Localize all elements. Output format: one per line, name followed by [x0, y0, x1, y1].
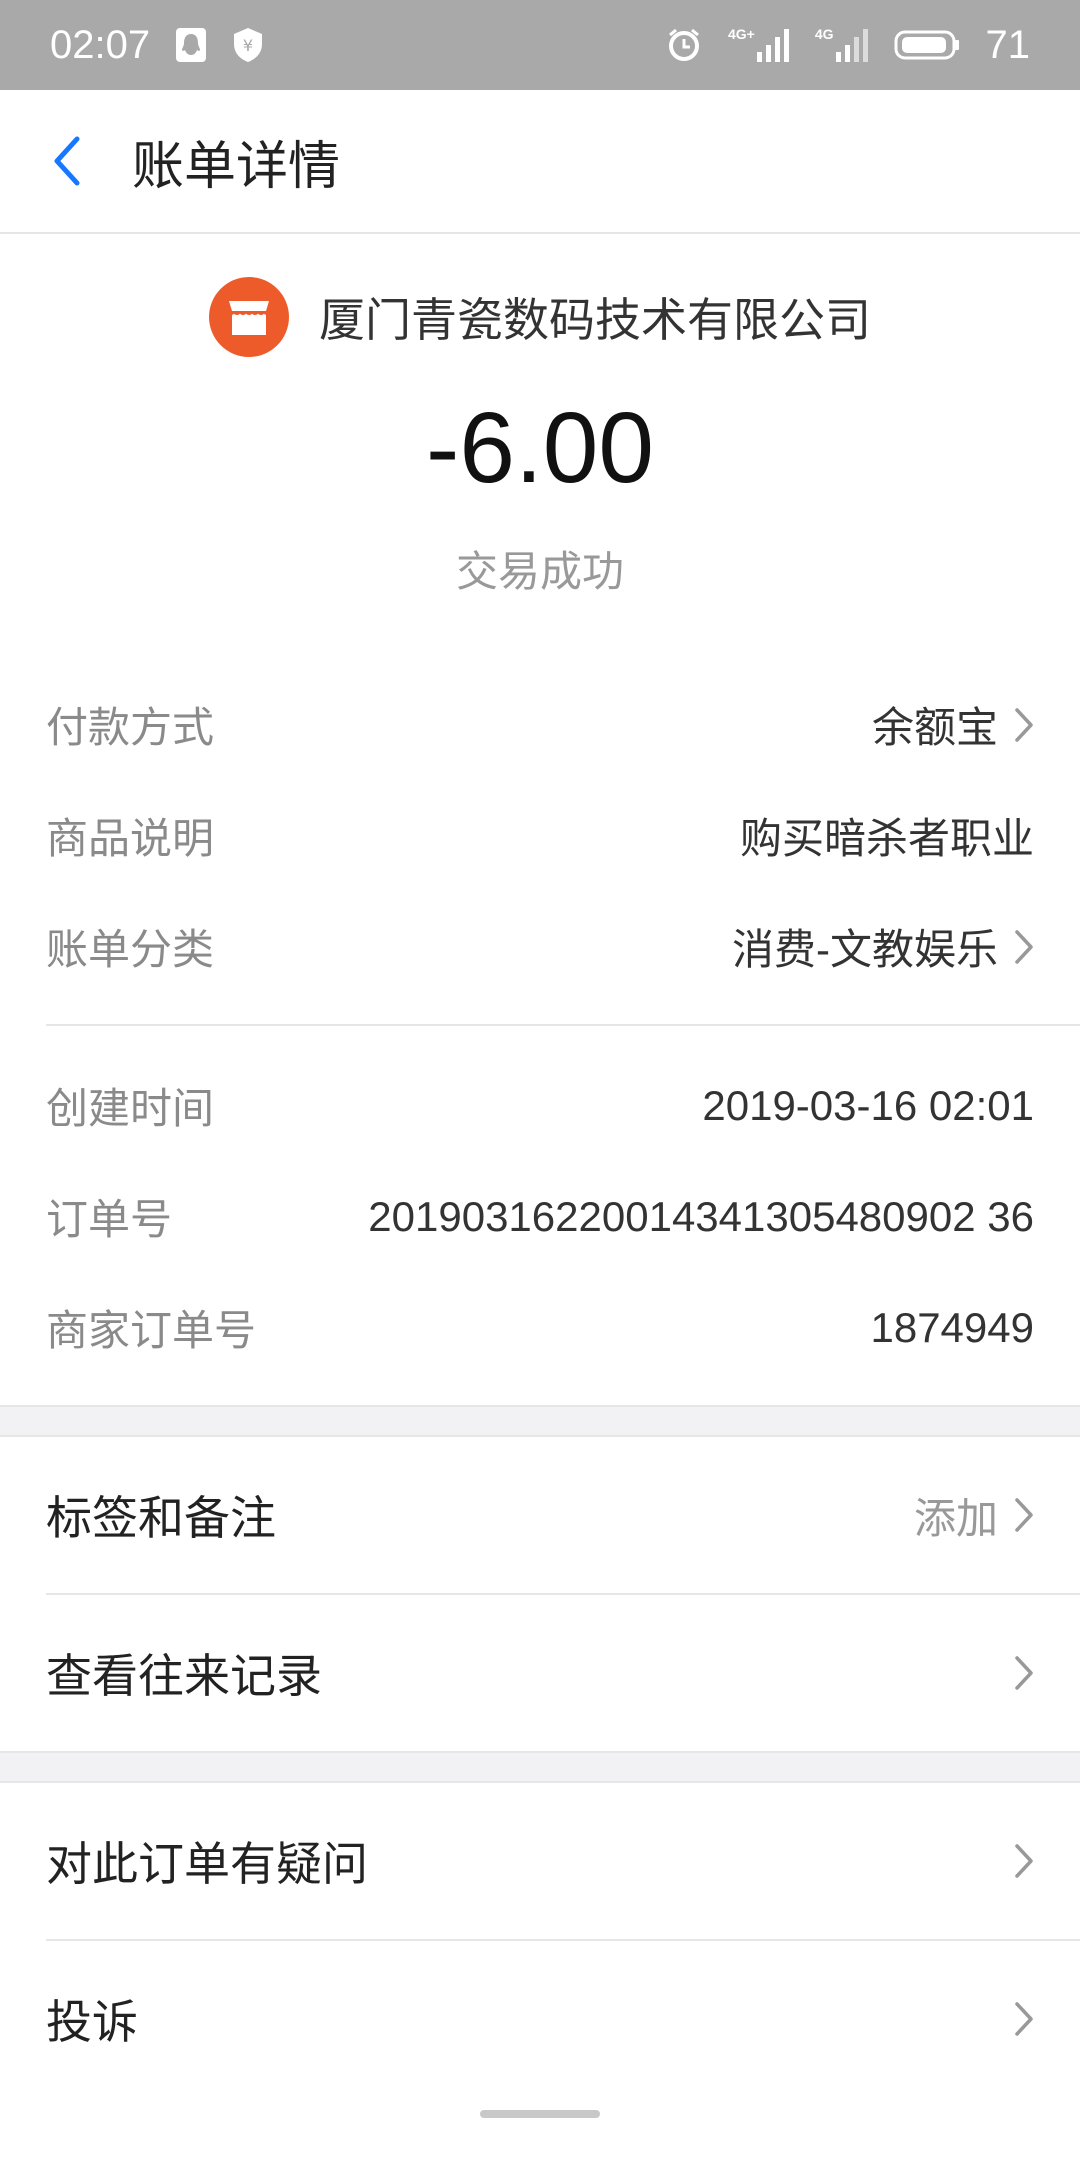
- detail-label: 商品说明: [46, 814, 215, 863]
- detail-value: 1874949: [870, 1303, 1034, 1351]
- svg-text:¥: ¥: [243, 36, 253, 55]
- home-indicator[interactable]: [480, 2110, 600, 2118]
- detail-label: 商家订单号: [46, 1306, 257, 1355]
- battery-icon: [894, 30, 960, 60]
- complaint-row[interactable]: 投诉: [0, 1941, 1080, 2097]
- row-label: 对此订单有疑问: [46, 1837, 368, 1891]
- clock: 02:07: [50, 22, 151, 67]
- detail-value: 消费-文教娱乐: [732, 926, 998, 973]
- merchant-header: 厦门青瓷数码技术有限公司: [0, 276, 1080, 358]
- network-type-label: 4G+: [727, 26, 755, 42]
- chevron-right-icon: [1014, 929, 1034, 965]
- transaction-status: 交易成功: [455, 547, 624, 596]
- chevron-right-icon: [1014, 707, 1034, 743]
- back-button[interactable]: [0, 89, 132, 233]
- chevron-right-icon: [1014, 1843, 1034, 1879]
- row-label: 查看往来记录: [46, 1649, 322, 1703]
- chevron-right-icon: [1014, 1497, 1034, 1533]
- shield-icon: ¥: [232, 27, 264, 63]
- divider: [46, 1024, 1080, 1026]
- detail-label: 创建时间: [46, 1084, 215, 1133]
- add-hint: 添加: [913, 1493, 998, 1543]
- details-section: 付款方式 余额宝 商品说明 购买暗杀者职业 账单分类 消费-文教娱乐 创建时间 …: [0, 669, 1080, 1405]
- qq-icon: [176, 28, 207, 62]
- view-history-row[interactable]: 查看往来记录: [0, 1595, 1080, 1751]
- signal-icon: 4G+: [727, 26, 789, 62]
- store-icon: [209, 277, 289, 357]
- detail-label: 账单分类: [46, 925, 215, 974]
- detail-value: 2019-03-16 02:01: [702, 1081, 1034, 1129]
- page-title: 账单详情: [132, 136, 341, 197]
- order-question-row[interactable]: 对此订单有疑问: [0, 1783, 1080, 1939]
- navigation-bar: 账单详情: [0, 90, 1080, 234]
- description-row: 商品说明 购买暗杀者职业: [0, 780, 1080, 891]
- alarm-icon: [666, 27, 702, 63]
- row-label: 标签和备注: [46, 1491, 276, 1545]
- transaction-amount: -6.00: [426, 392, 654, 504]
- payment-method-row[interactable]: 付款方式 余额宝: [0, 669, 1080, 780]
- detail-value: 余额宝: [871, 704, 998, 751]
- chevron-right-icon: [1014, 1655, 1034, 1691]
- detail-label: 付款方式: [46, 703, 215, 752]
- tags-notes-row[interactable]: 标签和备注 添加: [0, 1437, 1080, 1593]
- category-row[interactable]: 账单分类 消费-文教娱乐: [0, 891, 1080, 1002]
- signal-icon: 4G: [814, 26, 868, 62]
- chevron-right-icon: [1014, 2001, 1034, 2037]
- section-separator: [0, 1405, 1080, 1437]
- battery-level: 71: [985, 22, 1031, 67]
- order-number-row: 订单号 20190316220014341305480902 36: [0, 1161, 1080, 1272]
- status-bar: 02:07 ¥ 4G+ 4G 71: [0, 0, 1080, 90]
- detail-value: 购买暗杀者职业: [739, 815, 1034, 862]
- detail-label: 订单号: [46, 1195, 173, 1244]
- network-type-label: 4G: [814, 26, 834, 42]
- merchant-name: 厦门青瓷数码技术有限公司: [319, 293, 871, 347]
- created-time-row: 创建时间 2019-03-16 02:01: [0, 1050, 1080, 1161]
- chevron-left-icon: [54, 136, 80, 186]
- row-label: 投诉: [46, 1995, 138, 2049]
- detail-value: 20190316220014341305480902 36: [368, 1192, 1034, 1240]
- merchant-order-number-row: 商家订单号 1874949: [0, 1272, 1080, 1383]
- section-separator: [0, 1751, 1080, 1783]
